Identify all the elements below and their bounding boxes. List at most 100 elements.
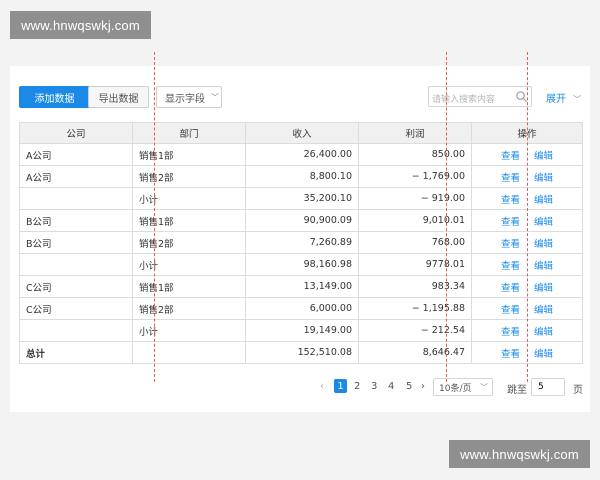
cell-company: C公司 bbox=[19, 297, 133, 320]
cell-income: 13,149.00 bbox=[245, 275, 359, 298]
edit-link[interactable]: 编辑 bbox=[534, 283, 553, 294]
cell-profit: 9,010.01 bbox=[358, 209, 472, 232]
next-page-button[interactable]: › bbox=[421, 381, 425, 392]
jump-page-input[interactable] bbox=[531, 378, 565, 396]
jump-to-label: 跳至 bbox=[507, 385, 527, 396]
cell-income: 26,400.00 bbox=[245, 143, 359, 166]
cell-income: 35,200.10 bbox=[245, 187, 359, 210]
table-card: 添加数据 导出数据 显示字段 ﹀ 展开 ﹀ 公司 部门 收入 利润 bbox=[10, 66, 590, 412]
watermark-bottom: www.hnwqswkj.com bbox=[449, 440, 590, 468]
cell-income: 7,260.89 bbox=[245, 231, 359, 254]
edit-link[interactable]: 编辑 bbox=[534, 195, 553, 206]
cell-company bbox=[19, 187, 133, 210]
table-row: A公司 销售1部 26,400.00 850.00 查看 编辑 bbox=[19, 143, 583, 166]
column-header-profit[interactable]: 利润 bbox=[358, 122, 472, 144]
table-row: 小计 19,149.00− 212.54 查看 编辑 bbox=[19, 319, 583, 342]
edit-link[interactable]: 编辑 bbox=[534, 261, 553, 272]
pagination: ‹ 1 2 3 4 5 › 10条/页 ﹀ 跳至 页 bbox=[310, 378, 590, 398]
view-link[interactable]: 查看 bbox=[501, 327, 520, 338]
cell-dept: 小计 bbox=[132, 319, 246, 342]
cell-profit: − 919.00 bbox=[358, 187, 472, 210]
cell-dept: 小计 bbox=[132, 187, 246, 210]
cell-company: A公司 bbox=[19, 143, 133, 166]
cell-company bbox=[19, 253, 133, 276]
cell-dept: 销售2部 bbox=[132, 165, 246, 188]
toolbar: 添加数据 导出数据 显示字段 ﹀ 展开 ﹀ bbox=[10, 66, 590, 116]
chevron-down-icon: ﹀ bbox=[480, 382, 488, 392]
view-link[interactable]: 查看 bbox=[501, 217, 520, 228]
table-row: 小计 98,160.98 9778.01 查看 编辑 bbox=[19, 253, 583, 276]
view-link[interactable]: 查看 bbox=[501, 305, 520, 316]
chevron-down-icon: ﹀ bbox=[573, 95, 582, 104]
column-guide-line bbox=[527, 52, 528, 382]
table-header-row: 公司 部门 收入 利润 操作 bbox=[19, 122, 583, 144]
edit-link[interactable]: 编辑 bbox=[534, 173, 553, 184]
view-link[interactable]: 查看 bbox=[501, 283, 520, 294]
cell-dept: 销售2部 bbox=[132, 297, 246, 320]
table-row: A公司 销售2部 8,800.10− 1,769.00 查看 编辑 bbox=[19, 165, 583, 188]
cell-dept: 销售1部 bbox=[132, 275, 246, 298]
cell-income: 98,160.98 bbox=[245, 253, 359, 276]
edit-link[interactable]: 编辑 bbox=[534, 151, 553, 162]
cell-dept: 小计 bbox=[132, 253, 246, 276]
watermark-top: www.hnwqswkj.com bbox=[10, 11, 151, 39]
view-link[interactable]: 查看 bbox=[501, 151, 520, 162]
column-header-income[interactable]: 收入 bbox=[245, 122, 359, 144]
table-row: B公司 销售1部 90,900.09 9,010.01 查看 编辑 bbox=[19, 209, 583, 232]
cell-dept: 销售2部 bbox=[132, 231, 246, 254]
edit-link[interactable]: 编辑 bbox=[534, 327, 553, 338]
cell-income: 90,900.09 bbox=[245, 209, 359, 232]
edit-link[interactable]: 编辑 bbox=[534, 349, 553, 360]
cell-income: 8,800.10 bbox=[245, 165, 359, 188]
edit-link[interactable]: 编辑 bbox=[534, 239, 553, 250]
cell-profit: 9778.01 bbox=[358, 253, 472, 276]
cell-profit: 768.00 bbox=[358, 231, 472, 254]
view-link[interactable]: 查看 bbox=[501, 261, 520, 272]
cell-company bbox=[19, 319, 133, 342]
cell-income: 19,149.00 bbox=[245, 319, 359, 342]
column-guide-line bbox=[446, 52, 447, 382]
cell-profit: 983.34 bbox=[358, 275, 472, 298]
cell-dept: 销售1部 bbox=[132, 143, 246, 166]
expand-label: 展开 bbox=[546, 94, 566, 105]
page-4-button[interactable]: 4 bbox=[388, 381, 394, 392]
view-link[interactable]: 查看 bbox=[501, 239, 520, 250]
column-header-company[interactable]: 公司 bbox=[19, 122, 133, 144]
cell-profit: 8,646.47 bbox=[358, 341, 472, 364]
page-size-value: 10条/页 bbox=[439, 383, 472, 394]
prev-page-button[interactable]: ‹ bbox=[320, 381, 324, 392]
data-table: 公司 部门 收入 利润 操作 A公司 销售1部 26,400.00 850.00 查看编… bbox=[19, 122, 583, 364]
page-size-select[interactable]: 10条/页 ﹀ bbox=[433, 378, 493, 396]
search-input[interactable] bbox=[429, 90, 518, 110]
page-unit-label: 页 bbox=[573, 385, 583, 396]
table-row: C公司 销售1部 13,149.00 983.34 查看 编辑 bbox=[19, 275, 583, 298]
display-fields-select[interactable]: 显示字段 ﹀ bbox=[156, 86, 222, 108]
cell-company: B公司 bbox=[19, 209, 133, 232]
search-box bbox=[428, 86, 532, 110]
cell-profit: − 1,195.88 bbox=[358, 297, 472, 320]
page-3-button[interactable]: 3 bbox=[371, 381, 377, 392]
view-link[interactable]: 查看 bbox=[501, 173, 520, 184]
table-row: 总计 152,510.08 8,646.47 查看 编辑 bbox=[19, 341, 583, 364]
table-row: 小计 35,200.10− 919.00 查看 编辑 bbox=[19, 187, 583, 210]
cell-company: 总计 bbox=[19, 341, 133, 364]
cell-dept: 销售1部 bbox=[132, 209, 246, 232]
view-link[interactable]: 查看 bbox=[501, 349, 520, 360]
chevron-down-icon: ﹀ bbox=[211, 92, 219, 102]
cell-dept bbox=[132, 341, 246, 364]
page-2-button[interactable]: 2 bbox=[354, 381, 360, 392]
column-header-department[interactable]: 部门 bbox=[132, 122, 246, 144]
export-data-button[interactable]: 导出数据 bbox=[88, 86, 149, 108]
page-5-button[interactable]: 5 bbox=[406, 381, 412, 392]
page-1-button[interactable]: 1 bbox=[334, 379, 347, 393]
table-row: B公司 销售2部 7,260.89 768.00 查看 编辑 bbox=[19, 231, 583, 254]
add-data-button[interactable]: 添加数据 bbox=[19, 86, 90, 108]
edit-link[interactable]: 编辑 bbox=[534, 305, 553, 316]
edit-link[interactable]: 编辑 bbox=[534, 217, 553, 228]
view-link[interactable]: 查看 bbox=[501, 195, 520, 206]
cell-profit: − 1,769.00 bbox=[358, 165, 472, 188]
table-row: C公司 销售2部 6,000.00− 1,195.88 查看 编辑 bbox=[19, 297, 583, 320]
expand-toggle[interactable]: 展开 ﹀ bbox=[546, 90, 581, 105]
display-fields-label: 显示字段 bbox=[165, 93, 205, 105]
cell-profit: 850.00 bbox=[358, 143, 472, 166]
